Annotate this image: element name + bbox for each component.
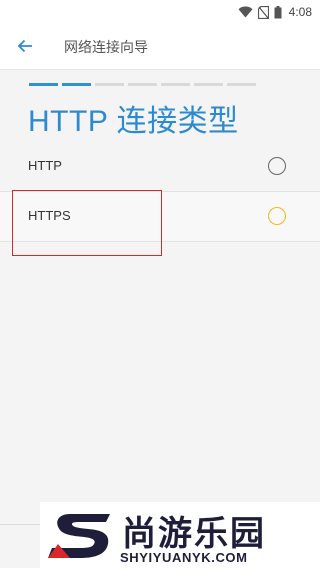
progress-step [161,83,190,86]
page-title: 网络连接向导 [64,40,148,56]
back-button[interactable] [12,34,38,60]
progress-step [128,83,157,86]
status-icons: 4:08 [238,4,312,20]
watermark-url: SHYIYUANYK.COM [120,550,248,565]
progress-step [62,83,91,86]
app-bar: 网络连接向导 [0,24,320,70]
section-heading: HTTP 连接类型 [28,105,239,138]
battery-icon [274,5,282,19]
status-time: 4:08 [288,5,312,19]
annotation-highlight-box [12,190,162,256]
watermark-logo [48,510,114,566]
progress-step [29,83,58,86]
arrow-left-icon [17,38,33,57]
wifi-icon [238,6,253,18]
wizard-progress [29,83,256,86]
watermark-name: 尚游乐园 [122,514,266,554]
progress-step [227,83,256,86]
option-http[interactable]: HTTP [0,142,320,192]
no-sim-icon [257,5,269,19]
radio-button[interactable] [268,157,286,175]
progress-step [194,83,223,86]
option-label: HTTP [28,158,62,173]
radio-button[interactable] [268,207,286,225]
watermark: 尚游乐园 SHYIYUANYK.COM [40,502,320,568]
status-bar: 4:08 [0,0,320,24]
progress-step [95,83,124,86]
